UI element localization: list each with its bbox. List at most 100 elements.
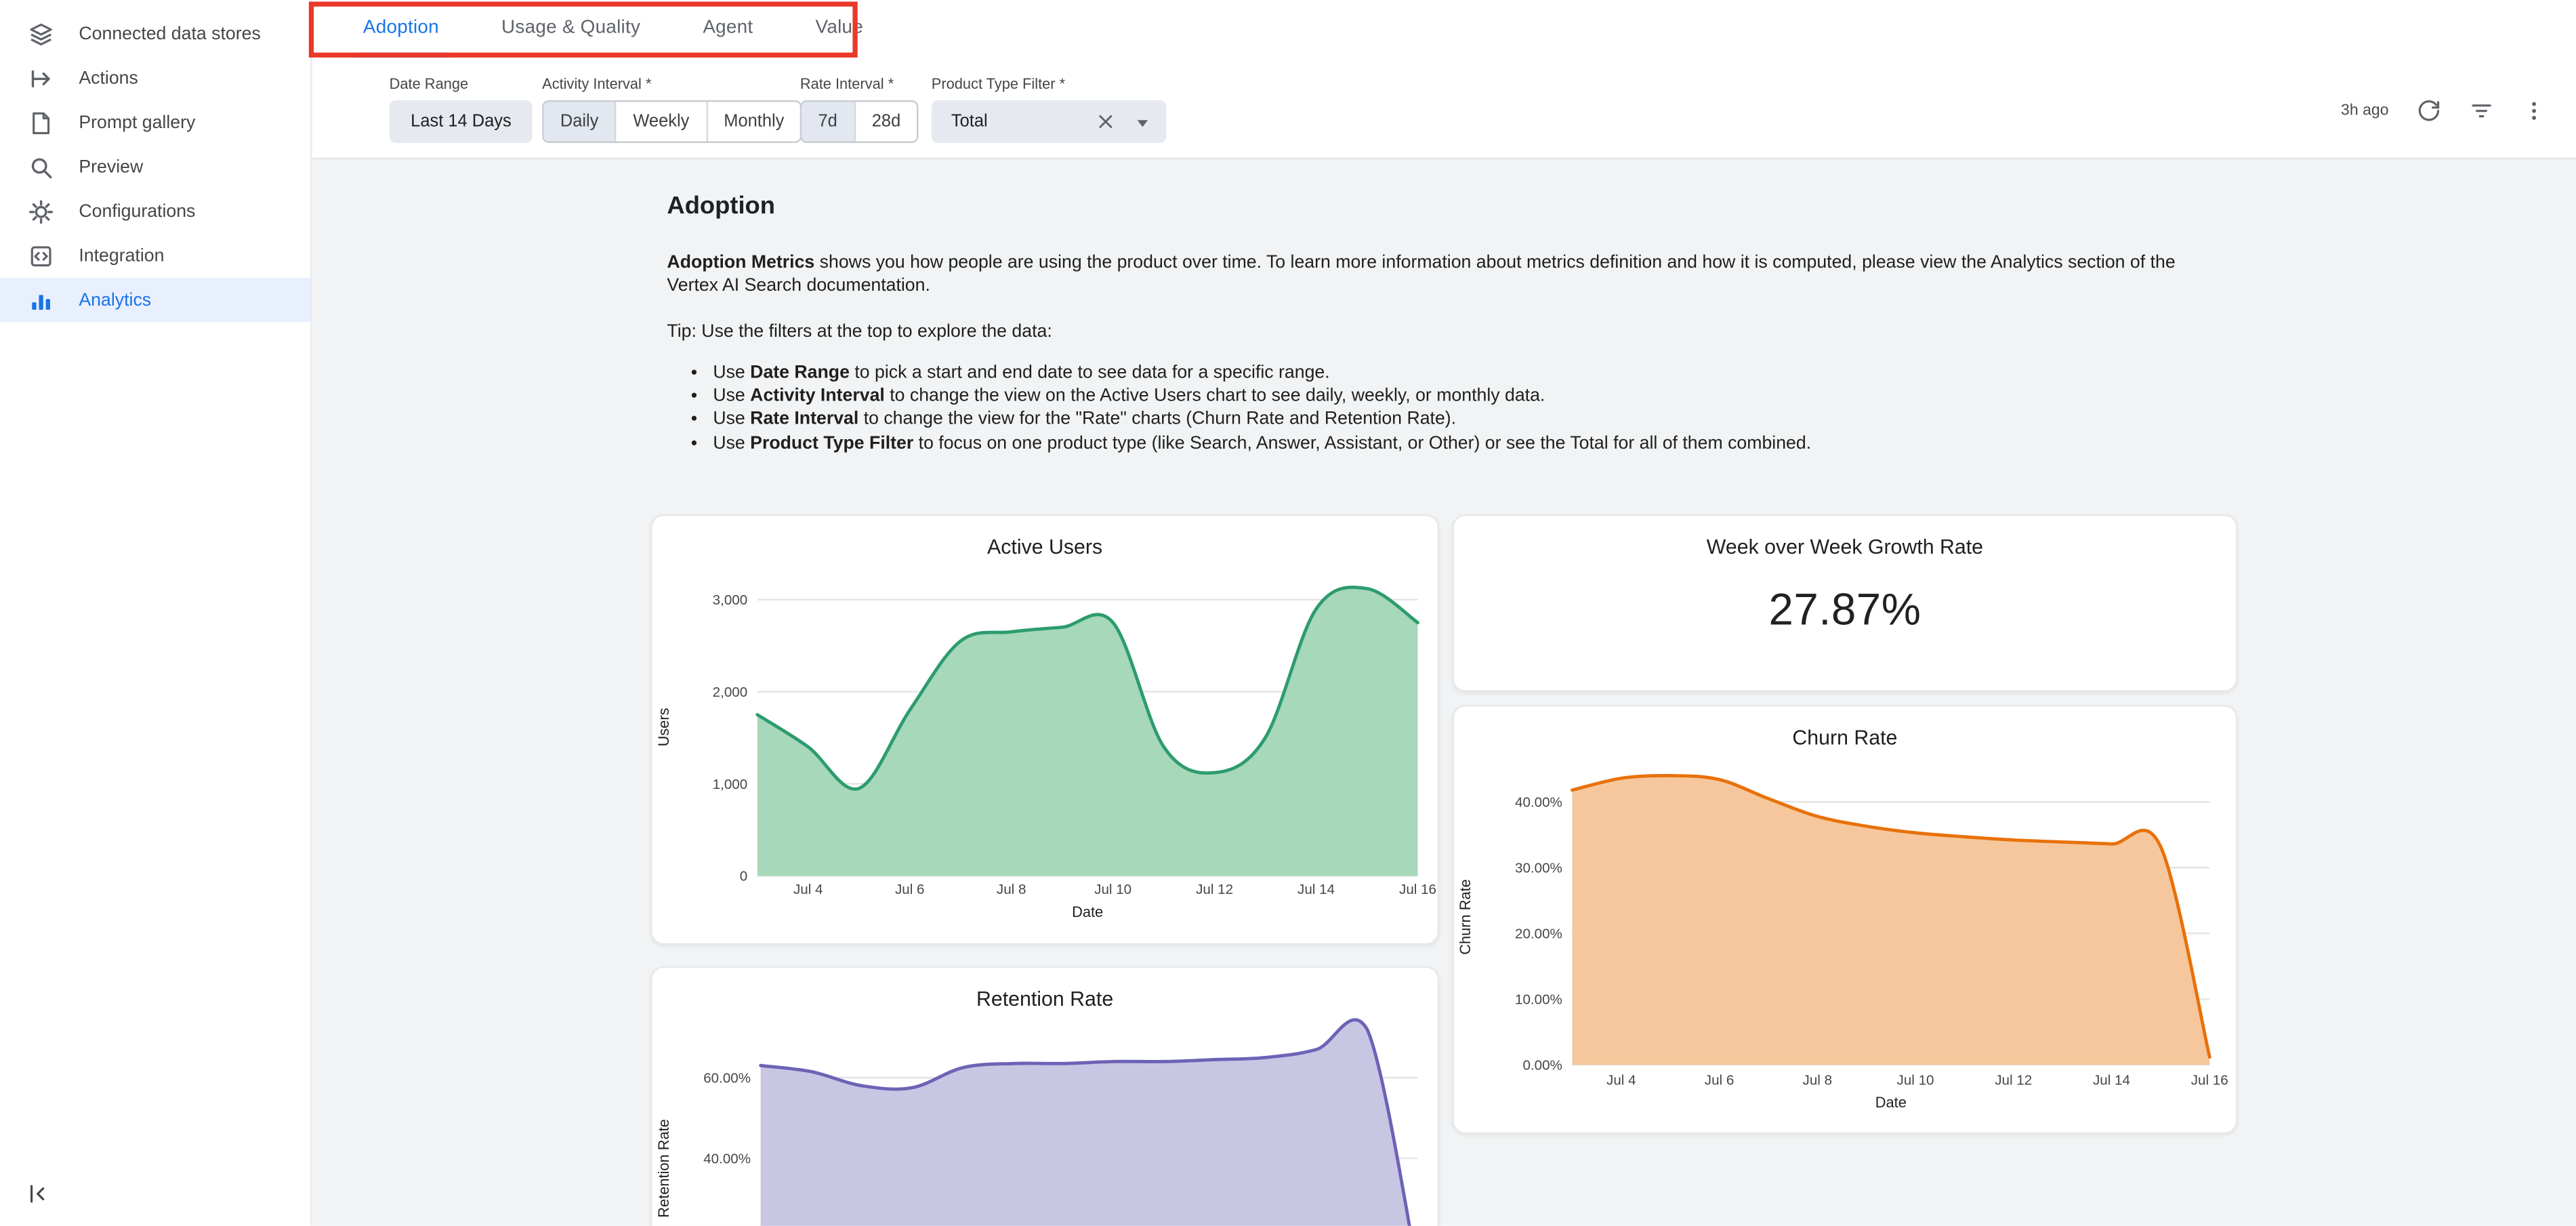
sidebar-item-label: Integration [79,245,164,265]
svg-text:Jul 8: Jul 8 [997,882,1026,897]
product-type-value: Total [951,112,1098,131]
tip-item: Use Rate Interval to change the view for… [713,409,2186,432]
svg-text:Jul 12: Jul 12 [1995,1072,2032,1088]
tab-value[interactable]: Value [784,0,894,58]
sidebar-item-label: Actions [79,68,138,88]
svg-text:Date: Date [1072,903,1103,920]
tip-item: Use Product Type Filter to focus on one … [713,432,2186,455]
sidebar-item-label: Connected data stores [79,24,260,43]
date-range-filter-group: Date Range Last 14 Days [390,76,533,143]
search-icon [28,154,54,180]
activity-interval-segmented: Daily Weekly Monthly [542,100,802,143]
intro-paragraph: Adoption Metrics shows you how people ar… [667,251,2186,298]
activity-interval-filter-group: Activity Interval * Daily Weekly Monthly [542,76,802,143]
retention-rate-chart: 0.00%20.00%40.00%60.00%Jul 4Jul 6Jul 8Ju… [652,1010,1441,1226]
more-options-icon[interactable] [2522,98,2546,123]
svg-text:3,000: 3,000 [713,592,748,608]
refresh-icon[interactable] [2417,98,2441,123]
sidebar-item-connected-data-stores[interactable]: Connected data stores [0,12,310,56]
page-title: Adoption [667,192,2186,220]
stat-title: Week over Week Growth Rate [1454,516,2236,558]
svg-text:60.00%: 60.00% [703,1070,751,1086]
topbar: Adoption Usage & Quality Agent Value Dat… [312,0,2576,159]
chart-title: Retention Rate [652,968,1438,1010]
svg-text:Users: Users [655,708,672,746]
actions-arrow-icon [28,65,54,91]
activity-interval-option-daily[interactable]: Daily [544,102,615,141]
product-type-filter-label: Product Type Filter * [932,76,1167,92]
sidebar-item-analytics[interactable]: Analytics [0,278,310,322]
svg-text:Jul 10: Jul 10 [1897,1072,1934,1088]
active-users-chart: 0 1,000 2,000 3,000 Jul 4 Jul 6 Jul 8 Jul 10 Jul… [652,558,1441,926]
activity-interval-label: Activity Interval * [542,76,802,92]
retention-rate-card: Retention Rate 0.00%20.00%40.00%60.00%Ju… [650,966,1439,1226]
tip-item: Use Date Range to pick a start and end d… [713,361,2186,385]
svg-text:Jul 4: Jul 4 [793,882,823,897]
content-area: Adoption Adoption Metrics shows you how … [312,159,2576,1226]
activity-interval-option-weekly[interactable]: Weekly [615,102,706,141]
refresh-meta: 3h ago [2341,98,2546,123]
rate-interval-option-7d[interactable]: 7d [802,102,854,141]
dropdown-arrow-icon[interactable] [1134,113,1152,131]
rate-interval-segmented: 7d 28d [800,100,919,143]
product-type-filter-group: Product Type Filter * Total [932,76,1167,143]
chart-title: Churn Rate [1454,707,2236,750]
churn-rate-card: Churn Rate 0.00% 10.00% 20.00% 30.00% 40.00%… [1452,705,2237,1134]
filter-icon[interactable] [2469,98,2493,123]
svg-text:Jul 6: Jul 6 [1705,1072,1734,1088]
tab-usage-quality[interactable]: Usage & Quality [470,0,671,58]
prompt-gallery-icon [28,109,54,136]
chart-title: Active Users [652,516,1438,558]
svg-text:30.00%: 30.00% [1515,861,1562,876]
sidebar-item-label: Prompt gallery [79,113,195,132]
sidebar-item-prompt-gallery[interactable]: Prompt gallery [0,100,310,144]
integration-icon [28,243,54,269]
date-range-label: Date Range [390,76,533,92]
tab-bar: Adoption Usage & Quality Agent Value [312,0,2576,58]
tab-agent[interactable]: Agent [671,0,784,58]
svg-text:Jul 14: Jul 14 [2093,1072,2130,1088]
sidebar-item-label: Configurations [79,201,195,221]
tip-item: Use Activity Interval to change the view… [713,385,2186,409]
sidebar-item-label: Preview [79,157,143,177]
svg-text:2,000: 2,000 [713,684,748,700]
vertex-ai-analytics-screen: Connected data stores Actions Prompt gal… [0,0,2576,1226]
product-type-select[interactable]: Total [932,100,1167,143]
activity-interval-option-monthly[interactable]: Monthly [706,102,801,141]
svg-text:40.00%: 40.00% [1515,795,1562,811]
svg-text:0: 0 [740,869,747,884]
active-users-card: Active Users 0 1,000 2,000 3,000 Jul 4 Jul 6 J… [650,514,1439,945]
rate-interval-filter-group: Rate Interval * 7d 28d [800,76,919,143]
sidebar-item-configurations[interactable]: Configurations [0,189,310,233]
svg-text:1,000: 1,000 [713,777,748,792]
collapse-sidebar-icon[interactable] [16,1173,56,1212]
svg-text:Jul 16: Jul 16 [2191,1072,2228,1088]
churn-rate-chart: 0.00% 10.00% 20.00% 30.00% 40.00% Jul 4 Jul 6 J… [1454,750,2239,1118]
svg-text:0.00%: 0.00% [1522,1057,1562,1073]
svg-text:Jul 8: Jul 8 [1803,1072,1833,1088]
svg-text:Jul 14: Jul 14 [1297,882,1335,897]
tab-adoption[interactable]: Adoption [332,0,470,58]
svg-text:Jul 12: Jul 12 [1196,882,1233,897]
rate-interval-option-28d[interactable]: 28d [854,102,917,141]
sidebar-item-actions[interactable]: Actions [0,56,310,100]
rate-interval-label: Rate Interval * [800,76,919,92]
clear-filter-icon[interactable] [1098,113,1114,129]
svg-text:Retention Rate: Retention Rate [655,1119,672,1218]
svg-text:40.00%: 40.00% [703,1151,751,1166]
svg-text:Jul 4: Jul 4 [1606,1072,1636,1088]
data-stores-icon [28,20,54,47]
svg-text:Date: Date [1875,1094,1907,1111]
date-range-button[interactable]: Last 14 Days [390,100,533,143]
svg-text:20.00%: 20.00% [1515,926,1562,942]
tip-text: Tip: Use the filters at the top to explo… [667,320,2186,344]
sidebar: Connected data stores Actions Prompt gal… [0,0,312,1226]
wow-growth-value: 27.87% [1454,585,2236,636]
svg-text:Jul 6: Jul 6 [895,882,925,897]
svg-text:10.00%: 10.00% [1515,992,1562,1007]
last-refreshed-text: 3h ago [2341,102,2388,120]
svg-text:Jul 10: Jul 10 [1094,882,1131,897]
svg-text:Churn Rate: Churn Rate [1457,879,1474,955]
sidebar-item-integration[interactable]: Integration [0,233,310,277]
sidebar-item-preview[interactable]: Preview [0,144,310,188]
